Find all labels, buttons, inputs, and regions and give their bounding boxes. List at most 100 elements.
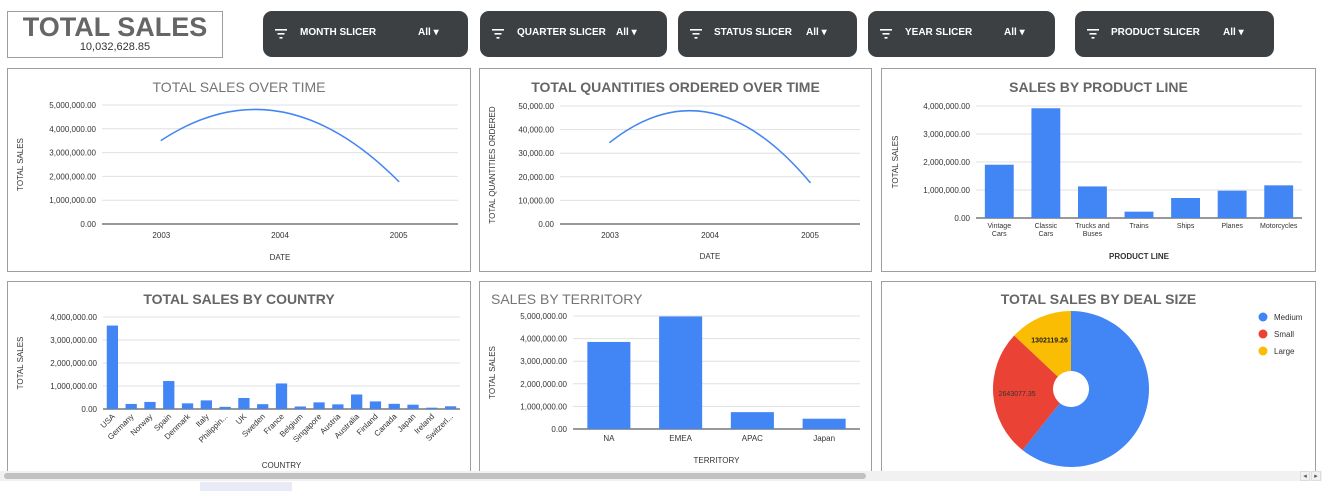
y-tick-label: 4,000,000.00 [50,313,97,322]
bar [351,394,363,409]
bar [106,325,119,409]
bar-chart-svg: 4,000,000.00 3,000,000.00 2,000,000.00 1,00… [16,313,460,470]
year-slicer-value[interactable]: All ▾ [1004,27,1025,38]
product-slicer-value[interactable]: All ▾ [1223,27,1244,38]
x-tick-label: Motorcycles [1260,223,1298,230]
bar-chart-svg: 4,000,000.00 3,000,000.00 2,000,000.00 1,00… [891,102,1302,261]
x-tick-label: UK [234,412,249,427]
x-axis-label: DATE [270,253,291,262]
bar [984,164,1014,218]
chart-title: TOTAL QUANTITIES ORDERED OVER TIME [531,79,820,95]
caret-down-icon: ▾ [1019,27,1025,38]
year-slicer-label: YEAR SLICER [905,27,973,38]
filter-icon [275,29,287,39]
y-tick-label: 0.00 [551,425,567,434]
bar [407,404,419,409]
filter-icon [1087,29,1099,39]
bar [257,404,269,409]
y-tick-label: 0.00 [80,220,96,229]
x-tick-label: Trucks and [1075,223,1109,230]
bar [426,407,438,409]
total-sales-over-time-chart[interactable]: TOTAL SALES OVER TIME 5,000,000.00 4,000,… [7,68,471,272]
x-tick-label: NA [603,434,615,443]
x-tick-label: Vintage [987,223,1011,230]
quarter-slicer-value[interactable]: All ▾ [616,27,637,38]
bar [1217,190,1247,218]
data-point [609,141,611,144]
bar [730,412,774,429]
bar [200,400,212,409]
x-tick-label: Cars [1038,231,1053,238]
series-line [160,108,400,182]
chart-title: TOTAL SALES BY COUNTRY [143,291,335,307]
data-point [709,111,711,114]
sales-by-product-line-chart[interactable]: SALES BY PRODUCT LINE 4,000,000.00 3,000,… [881,68,1316,272]
x-tick-label: 2005 [801,231,819,240]
total-sales-by-deal-size-chart[interactable]: TOTAL SALES BY DEAL SIZE Medium 2643077.3… [881,281,1316,478]
chart-title: SALES BY TERRITORY [491,291,643,307]
y-tick-label: 30,000.00 [518,149,554,158]
total-quantities-over-time-chart[interactable]: TOTAL QUANTITIES ORDERED OVER TIME 50,00… [479,68,872,272]
y-tick-label: 1,000,000.00 [50,382,97,391]
bar [1031,108,1061,218]
status-slicer-value[interactable]: All ▾ [806,27,827,38]
bar [125,403,137,409]
year-slicer[interactable]: YEAR SLICER All ▾ [868,11,1055,57]
bar [238,397,250,409]
y-tick-label: 4,000,000.00 [923,102,970,111]
x-tick-label: Japan [813,434,835,443]
legend-label: Medium [1274,313,1303,322]
total-sales-by-country-chart[interactable]: TOTAL SALES BY COUNTRY 4,000,000.00 3,000… [7,281,471,478]
month-slicer-value[interactable]: All ▾ [418,27,439,38]
x-tick-label: 2004 [701,231,719,240]
y-tick-label: 1,000,000.00 [923,186,970,195]
y-tick-label: 1,000,000.00 [49,196,96,205]
sales-by-territory-chart[interactable]: SALES BY TERRITORY 5,000,000.00 4,000,000… [479,281,872,478]
filter-icon [690,29,702,39]
bar [369,401,382,409]
bar [1171,197,1201,218]
status-slicer[interactable]: STATUS SLICER All ▾ [678,11,857,57]
bar [275,383,288,409]
x-tick-label: 2003 [152,231,170,240]
bar [1124,211,1154,218]
slice-data-label: 1302119.26 [1031,337,1068,344]
y-tick-label: 50,000.00 [518,102,554,111]
y-tick-label: 40,000.00 [518,126,554,135]
bar [388,403,400,409]
scrollbar-thumb[interactable] [4,473,866,479]
horizontal-scrollbar[interactable] [0,471,1322,481]
caret-down-icon: ▾ [821,27,827,38]
y-tick-label: 2,000,000.00 [49,172,96,181]
data-point [160,139,163,142]
x-tick-label: 2004 [271,231,289,240]
data-point [279,110,281,113]
series-line [609,109,811,183]
bar [802,418,846,429]
product-slicer[interactable]: PRODUCT SLICER All ▾ [1075,11,1274,57]
legend-swatch [1258,346,1268,356]
y-tick-label: 0.00 [954,214,970,223]
scroll-right-button[interactable]: ▸ [1311,471,1321,481]
filter-icon [880,29,892,39]
bar [219,406,231,409]
month-slicer[interactable]: MONTH SLICER All ▾ [263,11,468,57]
y-tick-label: 2,000,000.00 [50,359,97,368]
y-tick-label: 10,000.00 [518,196,554,205]
bar [313,402,325,409]
scroll-left-button[interactable]: ◂ [1300,471,1310,481]
x-tick-label: Ships [1177,223,1195,230]
y-tick-label: 2,000,000.00 [520,380,567,389]
chart-title: TOTAL SALES BY DEAL SIZE [1000,291,1197,307]
y-tick-label: 0.00 [538,220,554,229]
y-tick-label: 5,000,000.00 [520,312,567,321]
quarter-slicer[interactable]: QUARTER SLICER All ▾ [480,11,667,57]
y-tick-label: 3,000,000.00 [923,130,970,139]
x-tick-label: Classic [1035,223,1058,230]
legend-label: Small [1274,330,1294,339]
y-tick-label: 20,000.00 [518,173,554,182]
caret-down-icon: ▾ [631,27,637,38]
y-tick-label: 3,000,000.00 [50,336,97,345]
bar [659,316,703,429]
page-tab-strip[interactable] [200,482,292,491]
